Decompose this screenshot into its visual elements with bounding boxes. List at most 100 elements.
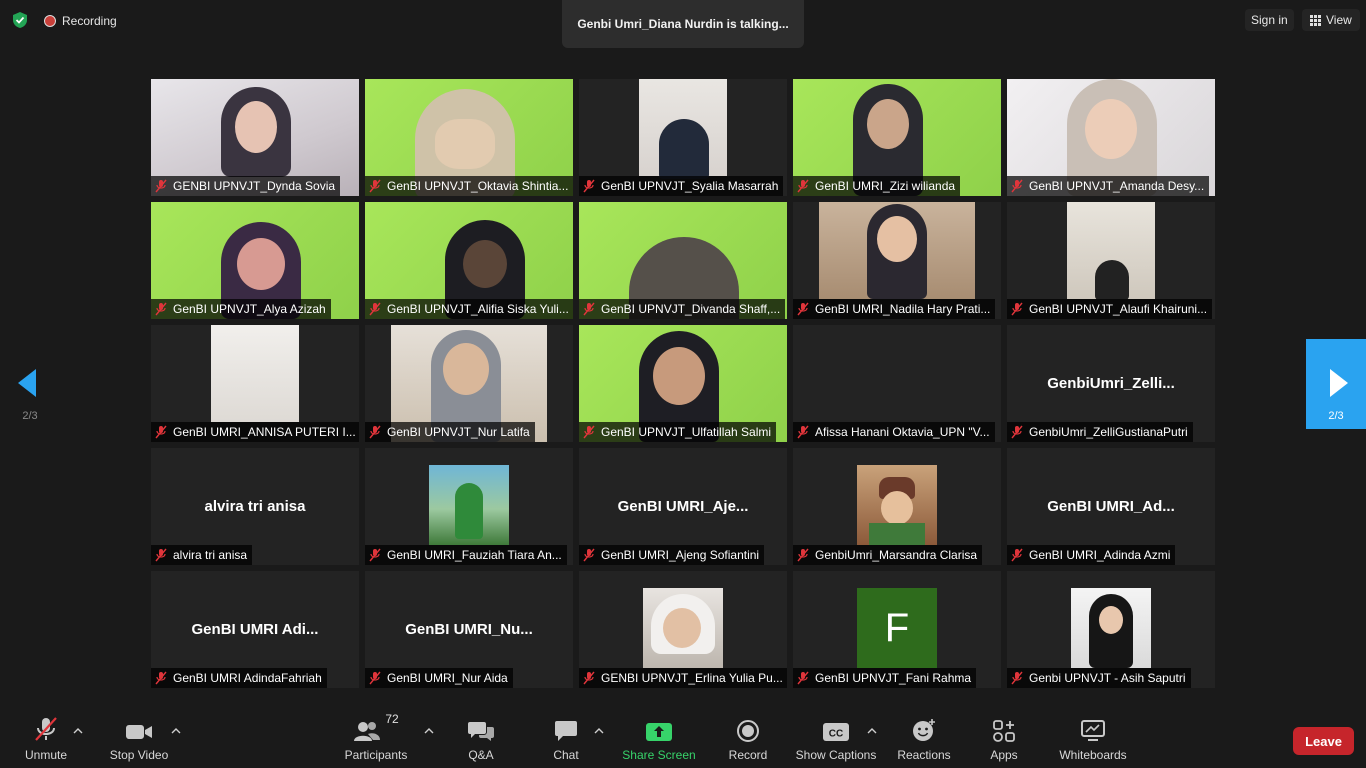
whiteboards-label: Whiteboards [1059,748,1127,762]
participant-name: Afissa Hanani Oktavia_UPN "V... [815,425,990,439]
participant-tile[interactable]: GenBI UPNVJT_Syalia Masarrah [579,79,787,196]
muted-mic-icon [369,302,381,316]
participant-name-tag: GenBI UMRI_Nur Aida [365,668,513,688]
participant-tile[interactable]: GenBI UMRI_Zizi wilianda [793,79,1001,196]
participant-name: GenBI UPNVJT_Amanda Desy... [1029,179,1205,193]
participant-name: Genbi UPNVJT - Asih Saputri [1029,671,1186,685]
participant-name: GenBI UPNVJT_Alifia Siska Yuli... [387,302,569,316]
participant-name-tag: GenBI UPNVJT_Ulfatillah Salmi [579,422,777,442]
participant-tile[interactable]: GenBI UPNVJT_Nur Latifa [365,325,573,442]
active-speaker-banner: Genbi Umri_Diana Nurdin is talking... [562,0,804,48]
chevron-up-icon[interactable] [424,726,434,736]
participant-name-tag: GenBI UPNVJT_Oktavia Shintia... [365,176,573,196]
participant-video [1067,202,1155,300]
participant-name-tag: GenBI UPNVJT_Divanda Shaff,... [579,299,786,319]
recording-dot-icon [44,15,56,27]
record-icon [737,720,759,742]
reactions-button[interactable]: Reactions [896,712,952,768]
participant-tile[interactable]: GenBI UMRI_Nu... GenBI UMRI_Nur Aida [365,571,573,688]
participant-tile[interactable]: GenBI UPNVJT_Amanda Desy... [1007,79,1215,196]
participant-tile[interactable]: Afissa Hanani Oktavia_UPN "V... [793,325,1001,442]
muted-mic-icon [583,425,595,439]
participant-avatar [643,588,723,668]
participant-tile[interactable]: GenBI UPNVJT_Divanda Shaff,... [579,202,787,319]
participant-name: GenBI UMRI_Zizi wilianda [815,179,956,193]
participant-tile[interactable]: GenBI UPNVJT_Oktavia Shintia... [365,79,573,196]
participant-tile[interactable]: alvira tri anisa alvira tri anisa [151,448,359,565]
apps-button[interactable]: Apps [986,712,1022,768]
chat-button[interactable]: Chat [546,712,586,768]
participants-icon [354,722,381,741]
leave-button[interactable]: Leave [1293,727,1354,755]
participant-tile[interactable]: Genbi UPNVJT - Asih Saputri [1007,571,1215,688]
muted-mic-icon [583,179,595,193]
participant-name-tag: GenBI UPNVJT_Alya Azizah [151,299,331,319]
share-screen-label: Share Screen [622,748,696,762]
participants-button[interactable]: 72 Participants [340,712,412,768]
security-shield-icon[interactable] [11,11,29,29]
view-button[interactable]: View [1302,9,1360,31]
share-screen-button[interactable]: Share Screen [620,712,698,768]
previous-page-button[interactable]: 2/3 [0,339,60,429]
participant-tile[interactable]: GenBI UPNVJT_Alaufi Khairuni... [1007,202,1215,319]
participant-tile[interactable]: GenBI UMRI_Ad... GenBI UMRI_Adinda Azmi [1007,448,1215,565]
participant-name: GenbiUmri_ZelliGustianaPutri [1029,425,1188,439]
qa-button[interactable]: Q&A [460,712,502,768]
recording-indicator[interactable]: Recording [44,12,117,30]
muted-mic-icon [369,548,381,562]
unmute-button[interactable]: Unmute [18,712,74,768]
participant-tile[interactable]: GENBI UPNVJT_Dynda Sovia [151,79,359,196]
chevron-up-icon[interactable] [73,726,83,736]
participant-name-tag: GenBI UPNVJT_Nur Latifa [365,422,535,442]
participant-tile[interactable]: GENBI UPNVJT_Erlina Yulia Pu... [579,571,787,688]
chevron-up-icon[interactable] [867,726,877,736]
recording-label: Recording [62,14,117,28]
participant-name: GenBI UMRI AdindaFahriah [173,671,322,685]
participant-name: GenBI UMRI_Ajeng Sofiantini [601,548,760,562]
participant-name-tag: GenBI UMRI_Ajeng Sofiantini [579,545,765,565]
next-page-button[interactable]: 2/3 [1306,339,1366,429]
participant-avatar [857,465,937,545]
stop-video-button[interactable]: Stop Video [104,712,174,768]
chevron-up-icon[interactable] [594,726,604,736]
participant-tile[interactable]: GenbiUmri_Marsandra Clarisa [793,448,1001,565]
participant-video [639,79,727,179]
meeting-toolbar: Unmute Stop Video 72 Participants Q&A Ch… [0,712,1366,768]
show-captions-label: Show Captions [795,748,877,762]
grid-view-icon [1310,14,1321,26]
participant-tile[interactable]: GenBI UPNVJT_Alya Azizah [151,202,359,319]
muted-mic-icon [1011,179,1023,193]
participant-tile[interactable]: GenBI UPNVJT_Alifia Siska Yuli... [365,202,573,319]
top-bar: Recording Genbi Umri_Diana Nurdin is tal… [0,0,1366,48]
participant-name-tag: GenBI UMRI_Nadila Hary Prati... [793,299,996,319]
participant-tile[interactable]: F GenBI UPNVJT_Fani Rahma [793,571,1001,688]
participant-tile[interactable]: GenbiUmri_Zelli... GenbiUmri_ZelliGustia… [1007,325,1215,442]
participant-tile[interactable]: GenBI UMRI_ANNISA PUTERI I... [151,325,359,442]
participant-tile[interactable]: GenBI UMRI_Fauziah Tiara An... [365,448,573,565]
participant-tile[interactable]: GenBI UMRI_Nadila Hary Prati... [793,202,1001,319]
participant-name-tag: GenBI UMRI_Adinda Azmi [1007,545,1176,565]
record-button[interactable]: Record [726,712,770,768]
participant-name: GenBI UMRI_Nadila Hary Prati... [815,302,991,316]
participant-tile[interactable]: GenBI UMRI_Aje... GenBI UMRI_Ajeng Sofia… [579,448,787,565]
participant-name-tag: GenBI UMRI_ANNISA PUTERI I... [151,422,359,442]
video-camera-icon [126,725,152,739]
participant-name-tag: GenBI UMRI_Zizi wilianda [793,176,961,196]
chat-bubble-icon [555,721,577,741]
participant-name: GenBI UMRI_Adinda Azmi [1029,548,1171,562]
whiteboards-button[interactable]: Whiteboards [1055,712,1131,768]
show-captions-button[interactable]: CC Show Captions [795,712,877,768]
muted-mic-icon [155,425,167,439]
muted-mic-icon [797,302,809,316]
muted-mic-icon [1011,302,1023,316]
closed-captions-icon: CC [823,723,849,741]
participant-tile[interactable]: GenBI UPNVJT_Ulfatillah Salmi [579,325,787,442]
muted-mic-icon [369,179,381,193]
chevron-up-icon[interactable] [171,726,181,736]
sign-in-button[interactable]: Sign in [1245,9,1294,31]
participant-name: GenBI UPNVJT_Fani Rahma [815,671,972,685]
whiteboard-icon [1081,720,1105,741]
participant-name-tag: GenBI UPNVJT_Syalia Masarrah [579,176,784,196]
participant-tile[interactable]: GenBI UMRI Adi... GenBI UMRI AdindaFahri… [151,571,359,688]
apps-icon [993,720,1015,742]
